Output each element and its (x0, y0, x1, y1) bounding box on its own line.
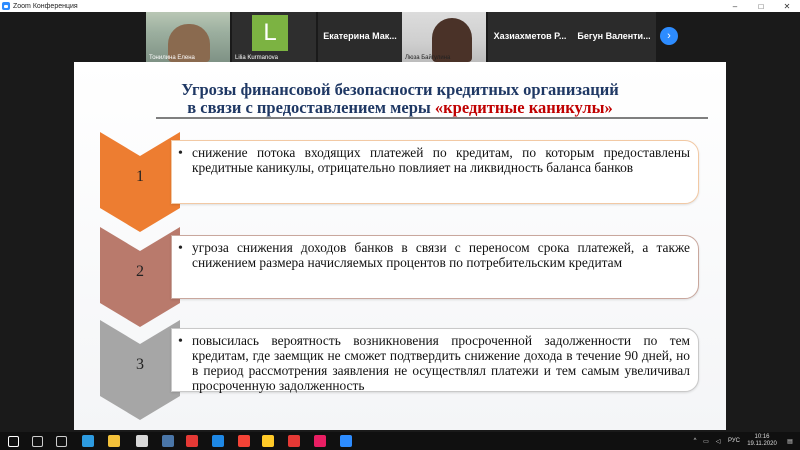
system-tray: ^ ▭ ◁ РУС 10:16 19.11.2020 ▤ (690, 432, 800, 450)
participant-tile[interactable]: Екатерина Мак... (318, 12, 402, 62)
yandex-browser-icon[interactable] (186, 435, 198, 447)
participant-avatar: L (252, 15, 288, 51)
item-text-box: • снижение потока входящих платежей по к… (171, 140, 699, 204)
shared-screen: Угрозы финансовой безопасности кредитных… (0, 62, 800, 432)
bullet: • (178, 146, 183, 161)
opera-icon[interactable] (288, 435, 300, 447)
language-indicator[interactable]: РУС (724, 438, 744, 444)
clock[interactable]: 10:16 19.11.2020 (744, 434, 780, 448)
windows-start-icon[interactable] (8, 436, 19, 447)
threat-item: 2 • угроза снижения доходов банков в свя… (74, 227, 726, 327)
bullet: • (178, 241, 183, 256)
window-controls: – □ ✕ (722, 0, 800, 12)
network-icon[interactable]: ▭ (700, 438, 712, 445)
threat-item: 3 • повысилась вероятность возникновения… (74, 320, 726, 420)
participant-name: Екатерина Мак... (323, 31, 397, 41)
mail-icon[interactable] (212, 435, 224, 447)
chevron-right-icon: › (667, 30, 671, 42)
participant-strip: Тонилина Елена L Lilia Kurmanova Екатери… (0, 12, 800, 62)
participant-tile[interactable]: Хазиахметов Р... (488, 12, 572, 62)
close-button[interactable]: ✕ (774, 0, 800, 12)
item-number: 1 (136, 168, 144, 185)
vk-icon[interactable] (162, 435, 174, 447)
mail-open-icon[interactable] (262, 435, 274, 447)
participant-tile[interactable]: Тонилина Елена (146, 12, 230, 62)
slide-title-highlight: «кредитные каникулы» (434, 98, 613, 117)
item-text-box: • повысилась вероятность возникновения п… (171, 328, 699, 393)
participant-tile[interactable]: L Lilia Kurmanova (232, 12, 316, 62)
participant-tile[interactable]: Люза Байгулина (402, 12, 486, 62)
item-text: угроза снижения доходов банков в связи с… (192, 240, 690, 270)
bullet: • (178, 334, 183, 349)
yandex-icon[interactable] (238, 435, 250, 447)
participant-name: Хазиахметов Р... (493, 31, 567, 41)
next-participants-button[interactable]: › (660, 27, 678, 45)
volume-icon[interactable]: ◁ (712, 438, 724, 445)
task-view-icon[interactable] (56, 436, 67, 447)
title-underline (156, 117, 708, 119)
slide-title-line-2: в связи с предоставлением меры «кредитны… (74, 98, 726, 118)
drop-icon[interactable] (314, 435, 326, 447)
item-number: 3 (136, 356, 144, 373)
participant-tile[interactable]: Бегун Валенти... (572, 12, 656, 62)
item-text-box: • угроза снижения доходов банков в связи… (171, 235, 699, 299)
window-title-bar: Zoom Конференция – □ ✕ (0, 0, 800, 12)
participant-name: Lilia Kurmanova (235, 55, 279, 61)
participant-name: Бегун Валенти... (577, 31, 651, 41)
threat-item: 1 • снижение потока входящих платежей по… (74, 132, 726, 232)
clock-time: 10:16 (754, 434, 770, 440)
zoom-icon[interactable] (340, 435, 352, 447)
maximize-button[interactable]: □ (748, 0, 774, 12)
store-icon[interactable] (136, 435, 148, 447)
windows-taskbar: ^ ▭ ◁ РУС 10:16 19.11.2020 ▤ (0, 432, 800, 450)
presentation-slide: Угрозы финансовой безопасности кредитных… (74, 62, 726, 430)
item-number: 2 (136, 263, 144, 280)
item-text: снижение потока входящих платежей по кре… (192, 145, 690, 175)
zoom-logo-icon (2, 2, 10, 10)
slide-title-line-1: Угрозы финансовой безопасности кредитных… (181, 80, 619, 99)
file-explorer-icon[interactable] (108, 435, 120, 447)
window-title: Zoom Конференция (13, 2, 78, 10)
clock-date: 19.11.2020 (747, 441, 777, 447)
search-icon[interactable] (32, 436, 43, 447)
slide-title-prefix: в связи с предоставлением меры (187, 98, 435, 117)
tray-chevron-icon[interactable]: ^ (690, 438, 700, 444)
item-text: повысилась вероятность возникновения про… (192, 333, 690, 393)
minimize-button[interactable]: – (722, 0, 748, 12)
participant-name: Люза Байгулина (405, 55, 451, 61)
participant-name: Тонилина Елена (149, 55, 195, 61)
notifications-icon[interactable]: ▤ (780, 438, 800, 445)
edge-icon[interactable] (82, 435, 94, 447)
